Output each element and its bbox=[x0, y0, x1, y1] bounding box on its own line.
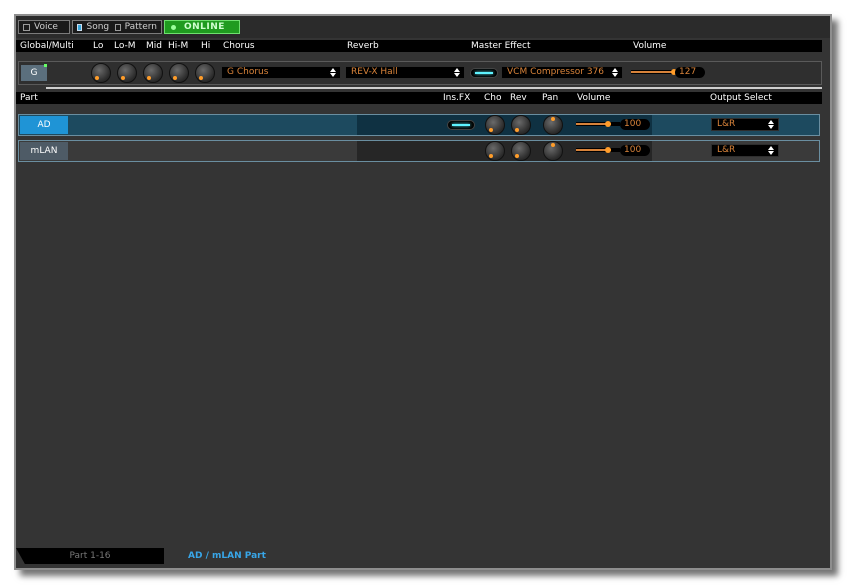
part-volume-heading: Volume bbox=[577, 93, 611, 103]
tab-part-1-16[interactable]: Part 1-16 bbox=[16, 548, 164, 564]
output-updown-arrow-icon bbox=[768, 120, 774, 129]
voice-checkbox-icon bbox=[23, 23, 30, 31]
master-effect-value: VCM Compressor 376 bbox=[507, 67, 605, 77]
output-select-mlan[interactable]: L&R bbox=[711, 144, 779, 157]
global-multi-heading: Global/Multi bbox=[20, 41, 74, 51]
volume-slider-mlan[interactable] bbox=[576, 145, 620, 156]
master-effect-heading: Master Effect bbox=[471, 41, 531, 51]
pattern-checkbox-icon[interactable] bbox=[115, 23, 121, 31]
part-row-ad[interactable]: AD 100 L&R bbox=[18, 114, 820, 136]
volume-heading: Volume bbox=[633, 41, 667, 51]
insfx-switch-ad[interactable] bbox=[447, 120, 475, 130]
part-label-ad[interactable]: AD bbox=[20, 116, 68, 134]
part-header: Part Ins.FX Cho Rev Pan Volume Output Se… bbox=[16, 92, 822, 104]
part-row-mlan[interactable]: mLAN 100 L&R bbox=[18, 140, 820, 162]
chorus-value: G Chorus bbox=[227, 67, 269, 77]
eq-lom-heading: Lo-M bbox=[114, 41, 136, 51]
rev-knob-ad[interactable] bbox=[511, 115, 531, 135]
volume-slider-ad[interactable] bbox=[576, 119, 620, 130]
eq-mid-knob[interactable] bbox=[143, 63, 163, 83]
online-status-badge: ONLINE bbox=[164, 20, 240, 34]
chorus-heading: Chorus bbox=[223, 41, 255, 51]
cho-knob-mlan[interactable] bbox=[485, 141, 505, 161]
pan-heading: Pan bbox=[542, 93, 559, 103]
bottom-tabs: Part 1-16 AD / mLAN Part bbox=[16, 548, 822, 564]
reverb-updown-arrow-icon bbox=[454, 68, 460, 77]
eq-lo-knob[interactable] bbox=[91, 63, 111, 83]
volume-value-mlan: 100 bbox=[620, 145, 650, 156]
chorus-select[interactable]: G Chorus bbox=[221, 66, 341, 79]
pattern-label[interactable]: Pattern bbox=[125, 22, 157, 32]
global-volume-value: 127 bbox=[675, 67, 705, 78]
eq-mid-heading: Mid bbox=[146, 41, 162, 51]
master-effect-select[interactable]: VCM Compressor 376 bbox=[501, 66, 623, 79]
mixer-window: Voice Song Pattern ONLINE Global/Multi L… bbox=[14, 14, 832, 570]
reverb-select[interactable]: REV-X Hall bbox=[345, 66, 465, 79]
output-updown-arrow-icon bbox=[768, 146, 774, 155]
global-row: G G Chorus REV-X Hall VCM Compressor 376… bbox=[18, 61, 822, 85]
global-active-indicator bbox=[44, 64, 47, 67]
volume-thumb-mlan[interactable] bbox=[604, 147, 611, 153]
online-indicator-icon bbox=[171, 24, 176, 30]
eq-hi-heading: Hi bbox=[201, 41, 211, 51]
master-effect-switch[interactable] bbox=[470, 68, 498, 78]
pan-knob-mlan[interactable] bbox=[543, 141, 563, 161]
eq-hi-knob[interactable] bbox=[195, 63, 215, 83]
global-volume-slider[interactable] bbox=[631, 67, 677, 78]
voice-label: Voice bbox=[34, 22, 58, 32]
master-updown-arrow-icon bbox=[612, 68, 618, 77]
song-pattern-group: Song Pattern bbox=[72, 20, 162, 34]
global-header: Global/Multi Lo Lo-M Mid Hi-M Hi Chorus … bbox=[16, 40, 822, 52]
pan-knob-ad[interactable] bbox=[543, 115, 563, 135]
cho-heading: Cho bbox=[484, 93, 502, 103]
global-button-label: G bbox=[30, 68, 38, 78]
section-divider bbox=[46, 87, 822, 89]
eq-lo-heading: Lo bbox=[93, 41, 104, 51]
volume-thumb-ad[interactable] bbox=[604, 121, 611, 127]
eq-lom-knob[interactable] bbox=[117, 63, 137, 83]
reverb-value: REV-X Hall bbox=[351, 67, 398, 77]
volume-value-ad: 100 bbox=[620, 119, 650, 130]
eq-him-heading: Hi-M bbox=[168, 41, 189, 51]
tab-ad-mlan-part[interactable]: AD / mLAN Part bbox=[188, 548, 266, 564]
output-select-ad[interactable]: L&R bbox=[711, 118, 779, 131]
online-label: ONLINE bbox=[184, 22, 225, 32]
voice-mode-button[interactable]: Voice bbox=[18, 20, 70, 34]
mode-bar: Voice Song Pattern ONLINE bbox=[16, 16, 830, 38]
insfx-heading: Ins.FX bbox=[443, 93, 471, 103]
song-label[interactable]: Song bbox=[86, 22, 109, 32]
rev-heading: Rev bbox=[510, 93, 527, 103]
eq-him-knob[interactable] bbox=[169, 63, 189, 83]
part-label-mlan[interactable]: mLAN bbox=[20, 142, 68, 160]
song-checkbox-icon[interactable] bbox=[77, 23, 83, 31]
reverb-heading: Reverb bbox=[347, 41, 379, 51]
chorus-updown-arrow-icon bbox=[330, 68, 336, 77]
output-select-heading: Output Select bbox=[710, 93, 772, 103]
global-select-button[interactable]: G bbox=[21, 65, 47, 81]
cho-knob-ad[interactable] bbox=[485, 115, 505, 135]
rev-knob-mlan[interactable] bbox=[511, 141, 531, 161]
part-heading: Part bbox=[20, 93, 38, 103]
